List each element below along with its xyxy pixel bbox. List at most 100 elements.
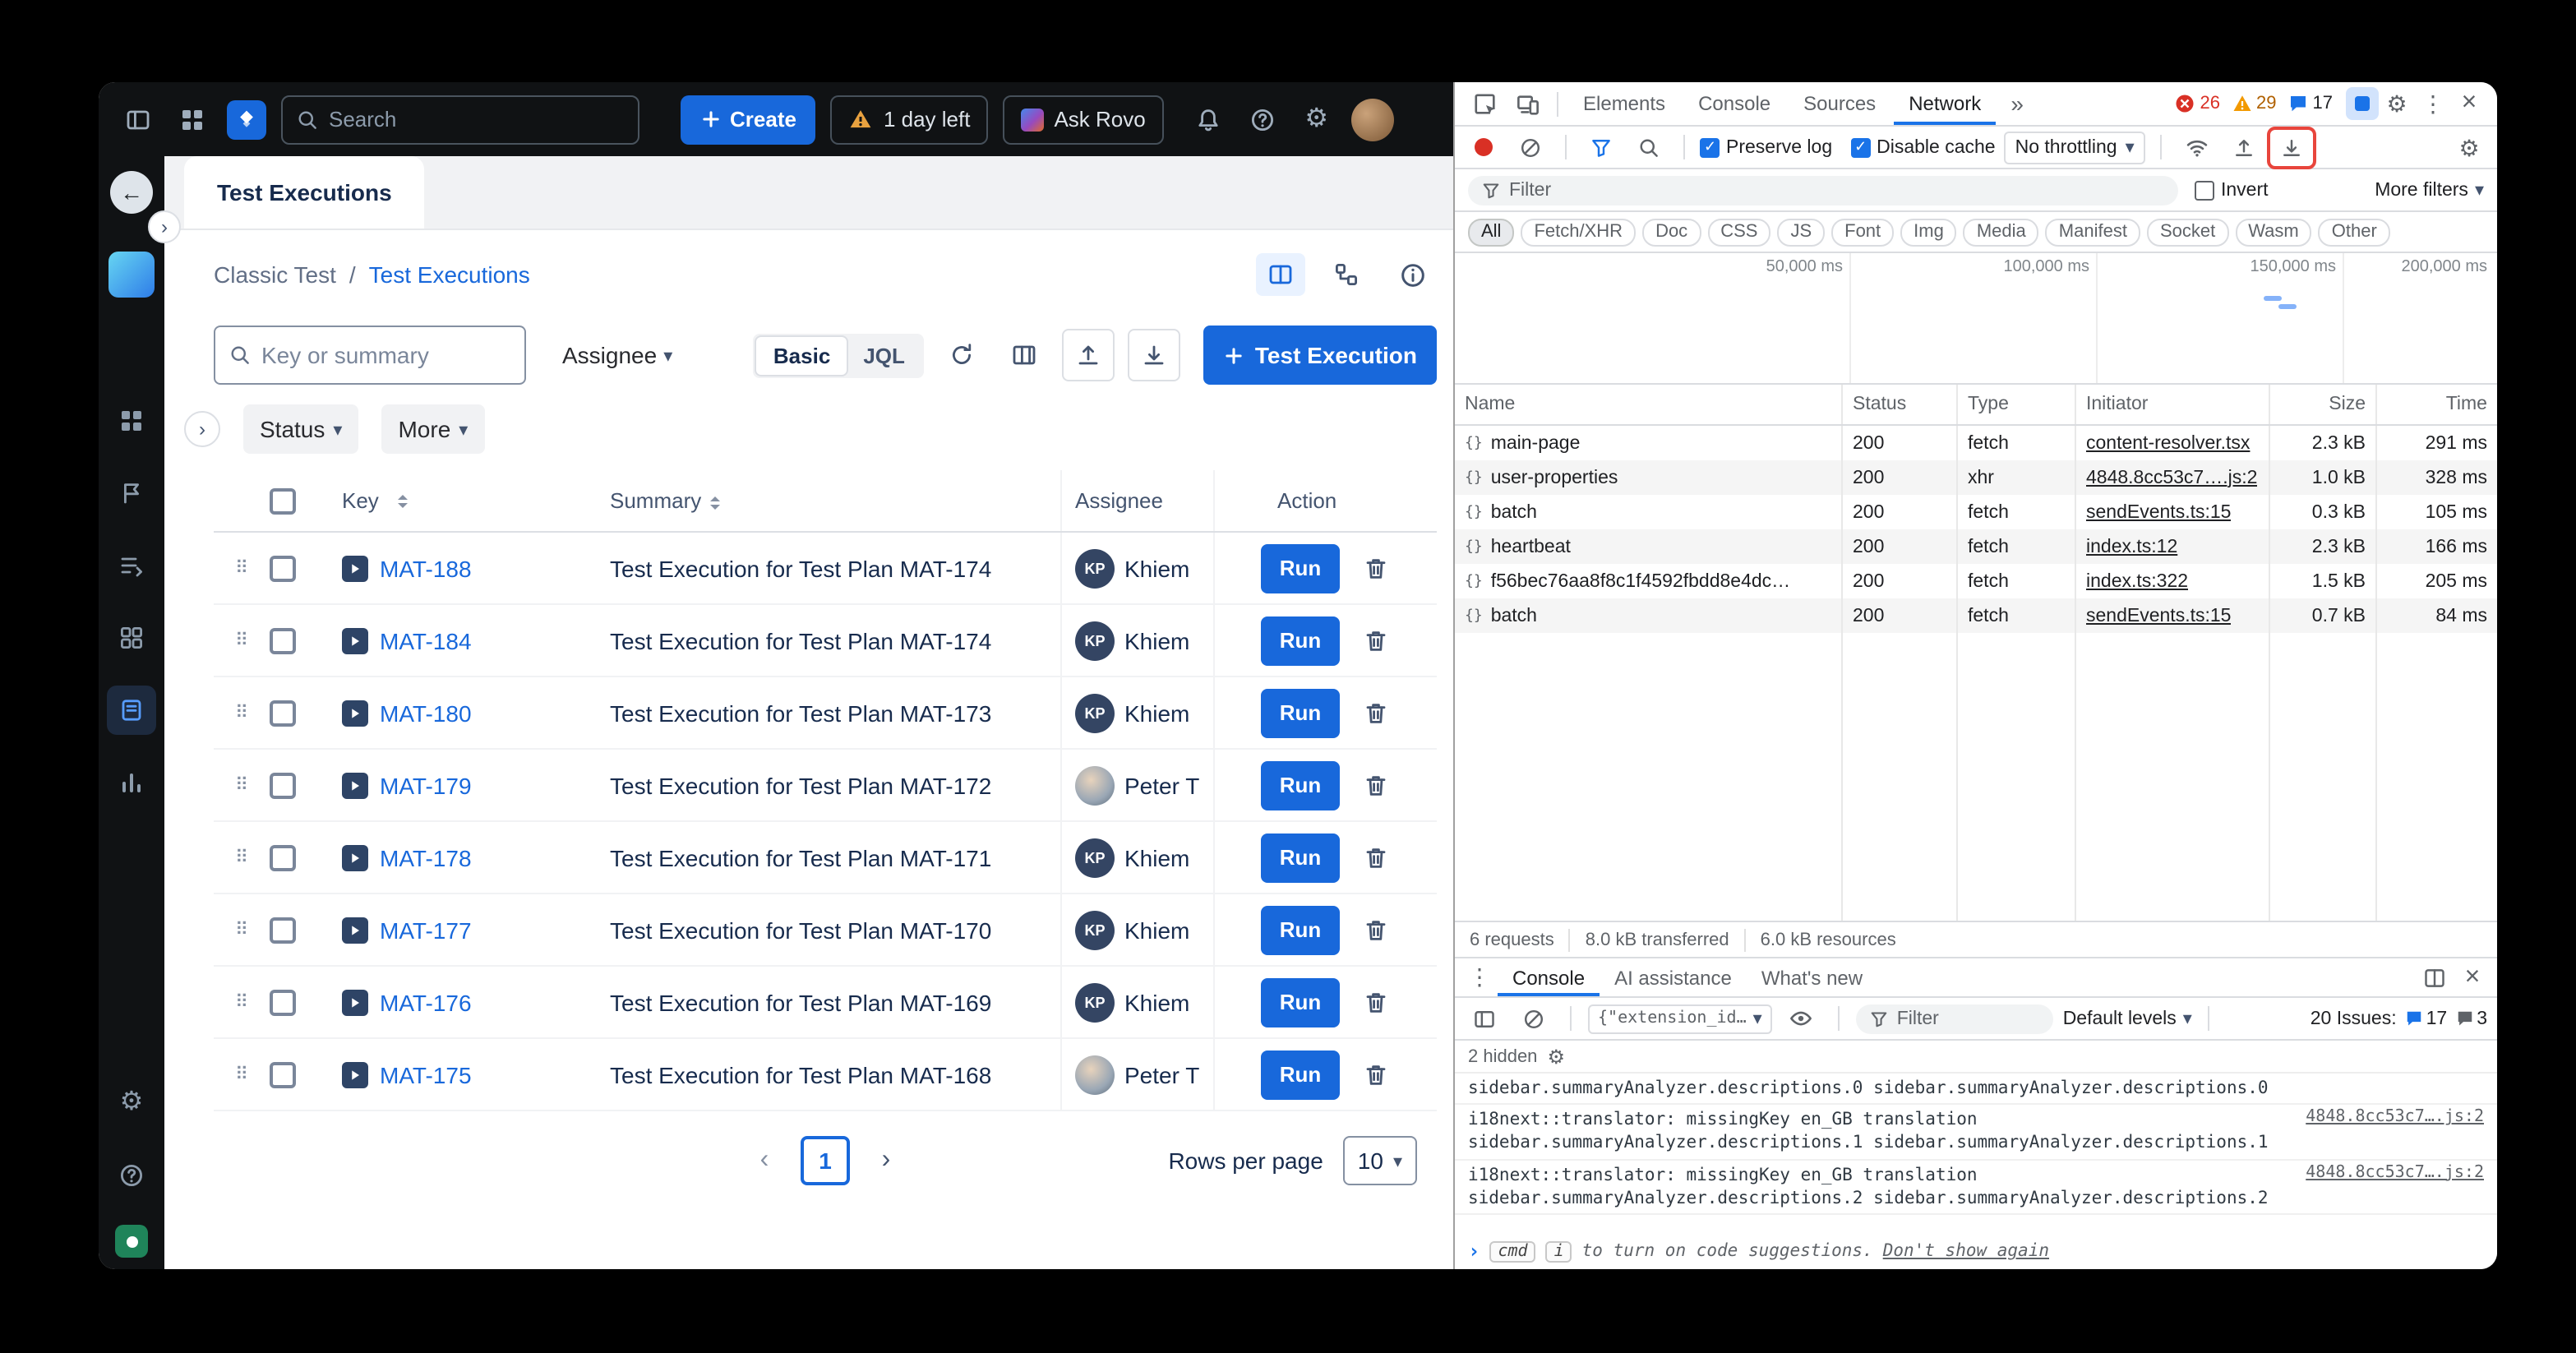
drag-handle-icon[interactable]: ⠿ — [214, 919, 270, 940]
issue-key-link[interactable]: MAT-178 — [380, 844, 472, 870]
rail-queue-icon[interactable] — [108, 543, 155, 589]
row-checkbox[interactable] — [270, 844, 296, 870]
sort-icon[interactable] — [399, 494, 409, 507]
filter-funnel-icon[interactable] — [1581, 131, 1621, 164]
drag-handle-icon[interactable]: ⠿ — [214, 774, 270, 796]
table-row[interactable]: ⠿ MAT-184 Test Execution for Test Plan M… — [214, 605, 1437, 677]
summary-text[interactable]: Test Execution for Test Plan MAT-174 — [610, 627, 1060, 653]
source-location-link[interactable]: 4848.8cc53c7….js:2 — [2306, 1163, 2484, 1181]
network-request-row[interactable]: {}user-properties 200 xhr 4848.8cc53c7….… — [1455, 460, 2497, 495]
prev-page-button[interactable]: ‹ — [741, 1136, 787, 1185]
column-header-summary[interactable]: Summary — [610, 488, 701, 513]
split-panel-icon[interactable] — [2415, 961, 2454, 994]
log-levels-select[interactable]: Default levels▾ — [2063, 1008, 2192, 1029]
column-size[interactable]: Size — [2270, 385, 2377, 424]
chip-css[interactable]: CSS — [1707, 218, 1770, 246]
dont-show-again-link[interactable]: Don't show again — [1883, 1241, 2049, 1261]
record-icon[interactable] — [1475, 138, 1493, 156]
source-location-link[interactable]: 4848.8cc53c7….js:2 — [2306, 1108, 2484, 1126]
chip-font[interactable]: Font — [1831, 218, 1894, 246]
current-page-button[interactable]: 1 — [801, 1136, 850, 1185]
network-request-row[interactable]: {}batch 200 fetch sendEvents.ts:15 0.7 k… — [1455, 598, 2497, 633]
delete-icon[interactable] — [1363, 700, 1389, 726]
ask-rovo-button[interactable]: Ask Rovo — [1003, 95, 1163, 144]
initiator-link[interactable]: index.ts:322 — [2086, 571, 2188, 591]
drawer-tab-console[interactable]: Console — [1498, 958, 1600, 996]
network-search-icon[interactable] — [1629, 131, 1669, 164]
columns-icon[interactable] — [1000, 330, 1050, 380]
user-avatar[interactable] — [1351, 98, 1394, 141]
issue-key-link[interactable]: MAT-177 — [380, 917, 472, 943]
app-switcher-icon[interactable] — [173, 99, 212, 139]
summary-text[interactable]: Test Execution for Test Plan MAT-173 — [610, 700, 1060, 726]
expand-filters-chevron[interactable]: › — [184, 411, 220, 447]
issues-count-badge[interactable]: 17 — [2288, 94, 2334, 113]
warning-count-badge[interactable]: 29 — [2232, 94, 2277, 113]
run-button[interactable]: Run — [1261, 977, 1340, 1027]
download-icon[interactable] — [1129, 329, 1181, 381]
rail-flag-icon[interactable] — [108, 470, 155, 516]
throttling-select[interactable]: No throttling▾ — [2004, 131, 2146, 164]
network-settings-gear-icon[interactable]: ⚙ — [2451, 131, 2487, 164]
rail-green-app-icon[interactable] — [115, 1225, 148, 1258]
chip-media[interactable]: Media — [1964, 218, 2039, 246]
delete-icon[interactable] — [1363, 627, 1389, 653]
initiator-link[interactable]: sendEvents.ts:15 — [2086, 606, 2231, 626]
delete-icon[interactable] — [1363, 555, 1389, 581]
tab-console[interactable]: Console — [1683, 82, 1785, 125]
rail-reports-icon[interactable] — [108, 760, 155, 806]
trial-days-left-button[interactable]: 1 day left — [831, 95, 989, 144]
expand-sidebar-button[interactable]: › — [148, 210, 181, 243]
network-request-row[interactable]: {}batch 200 fetch sendEvents.ts:15 0.3 k… — [1455, 495, 2497, 529]
drag-handle-icon[interactable]: ⠿ — [214, 630, 270, 651]
delete-icon[interactable] — [1363, 844, 1389, 870]
help-icon[interactable] — [1243, 99, 1282, 139]
search-input[interactable] — [329, 107, 625, 132]
clear-network-icon[interactable] — [1511, 131, 1550, 164]
live-expression-eye-icon[interactable] — [1782, 1002, 1821, 1035]
tab-elements[interactable]: Elements — [1568, 82, 1680, 125]
tree-view-toggle[interactable] — [1322, 253, 1371, 296]
key-summary-input[interactable] — [261, 342, 511, 368]
back-button[interactable]: ← — [110, 171, 153, 214]
import-har-icon[interactable] — [2225, 131, 2264, 164]
summary-text[interactable]: Test Execution for Test Plan MAT-172 — [610, 772, 1060, 798]
console-sidebar-icon[interactable] — [1465, 1002, 1504, 1035]
run-button[interactable]: Run — [1261, 1050, 1340, 1099]
issue-key-link[interactable]: MAT-176 — [380, 989, 472, 1015]
issue-key-link[interactable]: MAT-188 — [380, 555, 472, 581]
column-initiator[interactable]: Initiator — [2076, 385, 2270, 424]
chip-fetch-xhr[interactable]: Fetch/XHR — [1521, 218, 1636, 246]
table-row[interactable]: ⠿ MAT-175 Test Execution for Test Plan M… — [214, 1039, 1437, 1111]
chip-other[interactable]: Other — [2319, 218, 2390, 246]
console-filter-box[interactable] — [1856, 1004, 2053, 1033]
sidebar-toggle-icon[interactable] — [118, 99, 158, 139]
tab-sources[interactable]: Sources — [1789, 82, 1890, 125]
delete-icon[interactable] — [1363, 772, 1389, 798]
drawer-tab-ai-assistance[interactable]: AI assistance — [1600, 958, 1747, 996]
network-filter-input[interactable] — [1509, 180, 2165, 200]
delete-icon[interactable] — [1363, 1061, 1389, 1087]
next-page-button[interactable]: › — [863, 1136, 909, 1185]
column-name[interactable]: Name — [1455, 385, 1843, 424]
rail-test-executions-icon[interactable] — [107, 686, 156, 735]
console-message[interactable]: i18next::translator: missingKey en_GB tr… — [1455, 1160, 2497, 1215]
jira-logo[interactable] — [227, 99, 266, 139]
refresh-icon[interactable] — [938, 330, 987, 380]
console-message[interactable]: sidebar.summaryAnalyzer.descriptions.0 s… — [1455, 1074, 2497, 1105]
table-row[interactable]: ⠿ MAT-180 Test Execution for Test Plan M… — [214, 677, 1437, 750]
drawer-menu-icon[interactable]: ⋮ — [1461, 961, 1498, 994]
error-count-badge[interactable]: 26 — [2176, 94, 2221, 113]
chip-js[interactable]: JS — [1777, 218, 1825, 246]
devtools-menu-icon[interactable]: ⋮ — [2415, 87, 2451, 120]
basic-mode-button[interactable]: Basic — [757, 336, 847, 374]
drag-handle-icon[interactable]: ⠿ — [214, 702, 270, 723]
run-button[interactable]: Run — [1261, 616, 1340, 665]
jql-mode-button[interactable]: JQL — [847, 336, 921, 374]
issue-key-link[interactable]: MAT-180 — [380, 700, 472, 726]
table-row[interactable]: ⠿ MAT-188 Test Execution for Test Plan M… — [214, 533, 1437, 605]
issues-counter[interactable]: 20 Issues: 17 3 — [2311, 1009, 2487, 1028]
hidden-settings-gear-icon[interactable]: ⚙ — [1547, 1046, 1565, 1066]
console-message[interactable]: i18next::translator: missingKey en_GB tr… — [1455, 1105, 2497, 1160]
notifications-bell-icon[interactable] — [1189, 99, 1228, 139]
